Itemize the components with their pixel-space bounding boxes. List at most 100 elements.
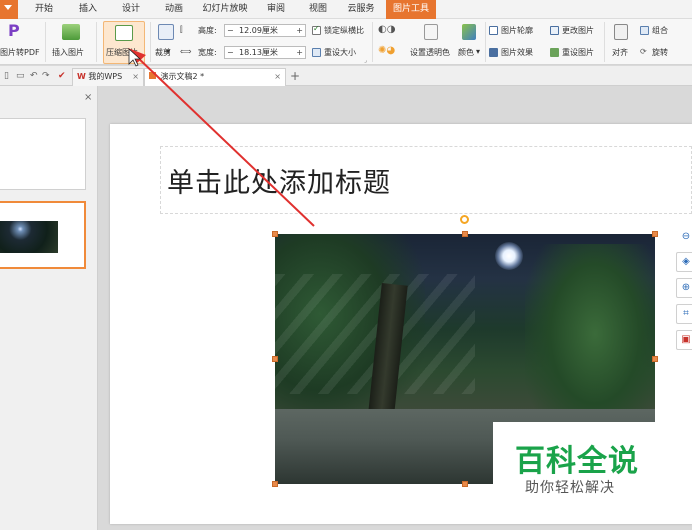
reset-size-button[interactable]: 重设大小 [324,47,356,58]
crop-tool-icon[interactable]: ⌗ [676,304,692,324]
height-label: 高度: [198,26,217,35]
open-file-icon[interactable]: ▭ [16,71,25,81]
tab-view[interactable]: 视图 [302,0,334,19]
chevron-down-icon [4,5,12,10]
tab-home[interactable]: 开始 [28,0,60,19]
increase-icon[interactable]: + [296,47,303,58]
title-placeholder-box[interactable]: 单击此处添加标题 [160,146,692,214]
height-stepper[interactable]: − 12.09厘米 + [224,24,306,37]
resize-handle-top[interactable] [462,231,468,237]
tab-animation[interactable]: 动画 [158,0,190,19]
set-transparent-button[interactable]: 设置透明色 [410,47,450,58]
rotate-handle-icon[interactable] [460,215,469,224]
change-picture-button[interactable]: 更改图片 [562,25,594,36]
wps-logo-icon: ✔ [58,71,66,81]
picture-tool-icon[interactable]: ▣ [676,330,692,350]
height-value: 12.09厘米 [239,26,278,35]
doc-tab-presentation[interactable]: 演示文稿2 * × [144,68,286,86]
wps-w-icon: W [77,72,86,81]
dialog-launcher-icon[interactable]: ⌟ [364,57,367,64]
width-icon: ⟺ [180,47,192,56]
zoom-icon[interactable]: ⊕ [676,278,692,298]
resize-handle-top-left[interactable] [272,231,278,237]
color-icon [462,24,476,40]
doc-tab-my-wps[interactable]: W 我的WPS × [72,68,144,86]
redo-icon[interactable]: ↷ [42,71,50,81]
decrease-icon[interactable]: − [227,47,234,58]
tab-picture-tools[interactable]: 图片工具 [386,0,436,19]
rotate-button[interactable]: 旋转 [652,47,668,58]
watermark-title: 百科全说 [515,444,639,479]
title-placeholder-text: 单击此处添加标题 [167,168,391,199]
resize-handle-top-right[interactable] [652,231,658,237]
reset-size-icon [312,48,321,57]
increase-icon[interactable]: + [296,25,303,36]
undo-icon[interactable]: ↶ [30,71,38,81]
height-icon: ⫿ [180,25,183,34]
ribbon: P 图片转PDF 插入图片 压缩图片 裁剪 ▾ ⫿ 高度: − 12.09厘米 … [0,19,692,65]
slide-thumbnail-2[interactable] [0,201,86,269]
doc-tab-label: 我的WPS [88,72,123,81]
chevron-down-icon: ▾ [476,47,481,56]
set-transparent-icon [424,24,438,40]
insert-picture-button[interactable]: 插入图片 [52,47,84,58]
watermark: 百科全说 助你轻松解决 [493,422,665,502]
close-icon[interactable]: × [132,69,139,85]
brightness-icon[interactable]: ◐◑ [378,24,395,35]
collapse-icon[interactable]: ⊖ [676,228,692,248]
slide-thumbnail-1[interactable] [0,118,86,190]
width-stepper[interactable]: − 18.13厘米 + [224,46,306,59]
ribbon-divider [96,22,97,62]
decrease-icon[interactable]: − [227,25,234,36]
document-tab-strip: ▯ ▭ ↶ ↷ ✔ W 我的WPS × 演示文稿2 * × + [0,66,692,86]
width-value: 18.13厘米 [239,48,278,57]
ribbon-divider [604,22,605,62]
group-icon [640,26,649,35]
new-file-icon[interactable]: ▯ [4,71,9,81]
picture-to-pdf-button[interactable]: 图片转PDF [0,47,40,58]
ribbon-divider [372,22,373,62]
resize-handle-bottom[interactable] [462,481,468,487]
insert-picture-icon [62,24,80,40]
pdf-icon: P [8,21,20,40]
tab-design[interactable]: 设计 [115,0,147,19]
tab-review[interactable]: 审阅 [260,0,292,19]
close-icon[interactable]: × [274,69,281,85]
chevron-down-icon: ▾ [166,47,171,56]
compress-picture-button[interactable]: 压缩图片 [106,47,138,58]
compress-picture-icon [115,25,133,41]
presentation-file-icon [149,72,156,79]
crop-icon [158,24,174,40]
new-tab-icon[interactable]: + [290,69,300,83]
wps-menu-button[interactable] [0,0,18,19]
doc-tab-label: 演示文稿2 * [160,72,205,81]
change-picture-icon [550,26,559,35]
color-button[interactable]: 颜色 [458,47,474,58]
slide-thumbnail-panel: × [0,86,98,530]
picture-outline-button[interactable]: 图片轮廓 [501,25,533,36]
thumbnail-picture [0,221,58,253]
close-icon[interactable]: × [84,92,92,103]
resize-handle-right[interactable] [652,356,658,362]
check-icon: ✓ [313,24,320,33]
watermark-subtitle: 助你轻松解决 [525,480,615,496]
lock-ratio-label[interactable]: 锁定纵横比 [324,25,364,36]
tab-insert[interactable]: 插入 [72,0,104,19]
resize-handle-left[interactable] [272,356,278,362]
ribbon-divider [45,22,46,62]
ribbon-divider [485,22,486,62]
resize-handle-bottom-left[interactable] [272,481,278,487]
contrast-icon[interactable]: ✺◕ [378,45,395,56]
picture-effect-button[interactable]: 图片效果 [501,47,533,58]
rotate-icon: ⟳ [640,47,647,56]
reset-picture-icon [550,48,559,57]
group-button[interactable]: 组合 [652,25,668,36]
align-icon [614,24,628,40]
tab-slideshow[interactable]: 幻灯片放映 [200,0,250,19]
picture-moon [495,242,523,270]
align-button[interactable]: 对齐 [612,47,628,58]
width-label: 宽度: [198,48,217,57]
tab-cloud[interactable]: 云服务 [342,0,380,19]
layers-icon[interactable]: ◈ [676,252,692,272]
reset-picture-button[interactable]: 重设图片 [562,47,594,58]
